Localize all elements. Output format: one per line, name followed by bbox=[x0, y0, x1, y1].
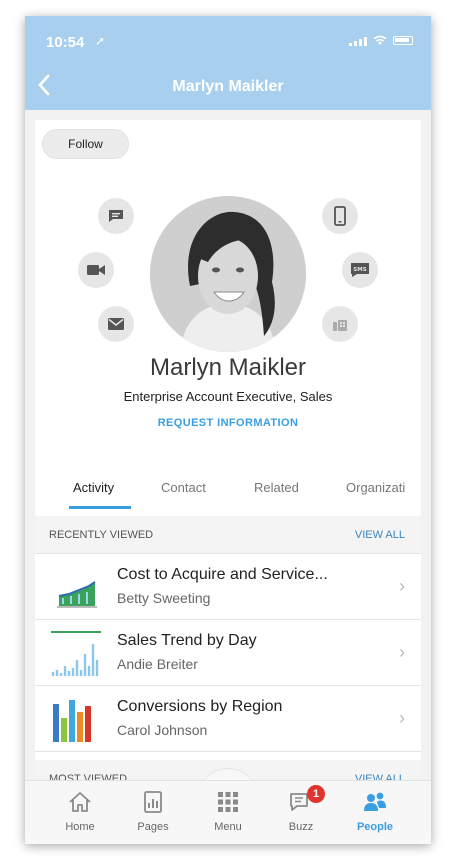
tab-related[interactable]: Related bbox=[254, 480, 299, 495]
nav-menu[interactable]: Menu bbox=[198, 789, 258, 833]
battery-icon bbox=[393, 36, 413, 45]
avatar-photo bbox=[150, 196, 306, 352]
pages-icon bbox=[144, 791, 162, 813]
status-time: 10:54 bbox=[46, 34, 85, 51]
chevron-right-icon: › bbox=[399, 708, 405, 728]
nav-label: Buzz bbox=[288, 821, 314, 833]
column-chart-icon bbox=[53, 700, 91, 742]
top-bar: 10:54 ➚ Marlyn Maikler bbox=[25, 16, 431, 110]
video-button[interactable] bbox=[78, 252, 114, 288]
item-title: Cost to Acquire and Service... bbox=[117, 566, 328, 583]
profile-card: Follow SMS Marlyn Maikler Enterprise Acc… bbox=[35, 120, 421, 788]
list-item[interactable]: Cost to Acquire and Service... Betty Swe… bbox=[35, 554, 421, 620]
nav-label: Menu bbox=[214, 821, 242, 833]
tab-organization[interactable]: Organizati bbox=[346, 480, 405, 495]
chat-icon bbox=[109, 210, 123, 222]
email-icon bbox=[108, 318, 124, 330]
chat-button[interactable] bbox=[98, 198, 134, 234]
nav-label: Pages bbox=[137, 821, 169, 833]
video-icon bbox=[87, 265, 105, 275]
svg-text:SMS: SMS bbox=[353, 267, 366, 273]
nav-label: Home bbox=[65, 821, 95, 833]
item-subtitle: Andie Breiter bbox=[117, 656, 198, 672]
location-icon: ➚ bbox=[95, 34, 106, 48]
people-icon bbox=[364, 792, 386, 811]
bar-trend-icon bbox=[51, 631, 101, 676]
item-title: Conversions by Region bbox=[117, 698, 283, 715]
page-title: Marlyn Maikler bbox=[172, 78, 284, 95]
tab-activity[interactable]: Activity bbox=[73, 480, 114, 495]
active-tab-indicator bbox=[69, 506, 131, 509]
desk-phone-button[interactable] bbox=[322, 306, 358, 342]
sms-button[interactable]: SMS bbox=[342, 252, 378, 288]
list-item[interactable]: Sales Trend by Day Andie Breiter › bbox=[35, 620, 421, 686]
recently-viewed-header: RECENTLY VIEWED VIEW ALL bbox=[35, 516, 421, 554]
item-subtitle: Carol Johnson bbox=[117, 722, 208, 738]
nav-people[interactable]: People bbox=[345, 789, 405, 833]
status-indicators bbox=[349, 35, 413, 46]
profile-tabs: Activity Contact Related Organizati bbox=[35, 480, 421, 512]
signal-icon bbox=[349, 36, 367, 46]
nav-label: People bbox=[356, 821, 394, 833]
avatar bbox=[150, 196, 306, 352]
menu-grid-icon bbox=[218, 792, 238, 812]
item-subtitle: Betty Sweeting bbox=[117, 590, 211, 606]
home-icon bbox=[69, 792, 91, 812]
chevron-right-icon: › bbox=[399, 576, 405, 596]
item-title: Sales Trend by Day bbox=[117, 632, 257, 649]
sms-icon: SMS bbox=[351, 263, 369, 277]
profile-name: Marlyn Maikler bbox=[149, 354, 307, 381]
mobile-phone-button[interactable] bbox=[322, 198, 358, 234]
email-button[interactable] bbox=[98, 306, 134, 342]
bottom-nav: Home Pages Menu 1 Buzz People bbox=[25, 780, 431, 844]
nav-buzz[interactable]: 1 Buzz bbox=[271, 785, 331, 833]
job-title: Enterprise Account Executive, Sales bbox=[123, 389, 333, 404]
desk-phone-icon bbox=[333, 320, 347, 331]
phone-frame: 10:54 ➚ Marlyn Maikler Follow SMS Marlyn… bbox=[25, 16, 431, 844]
area-chart-icon bbox=[57, 581, 97, 608]
request-information-link[interactable]: REQUEST INFORMATION bbox=[35, 417, 421, 429]
notification-badge: 1 bbox=[307, 785, 325, 803]
chevron-right-icon: › bbox=[399, 642, 405, 662]
wifi-icon bbox=[373, 35, 387, 45]
nav-pages[interactable]: Pages bbox=[123, 789, 183, 833]
nav-home[interactable]: Home bbox=[50, 789, 110, 833]
list-item[interactable]: Conversions by Region Carol Johnson › bbox=[35, 686, 421, 752]
view-all-link[interactable]: VIEW ALL bbox=[355, 529, 405, 541]
section-title: RECENTLY VIEWED bbox=[49, 529, 154, 541]
tab-contact[interactable]: Contact bbox=[161, 480, 206, 495]
follow-button[interactable]: Follow bbox=[42, 129, 129, 159]
mobile-phone-icon bbox=[334, 206, 346, 226]
